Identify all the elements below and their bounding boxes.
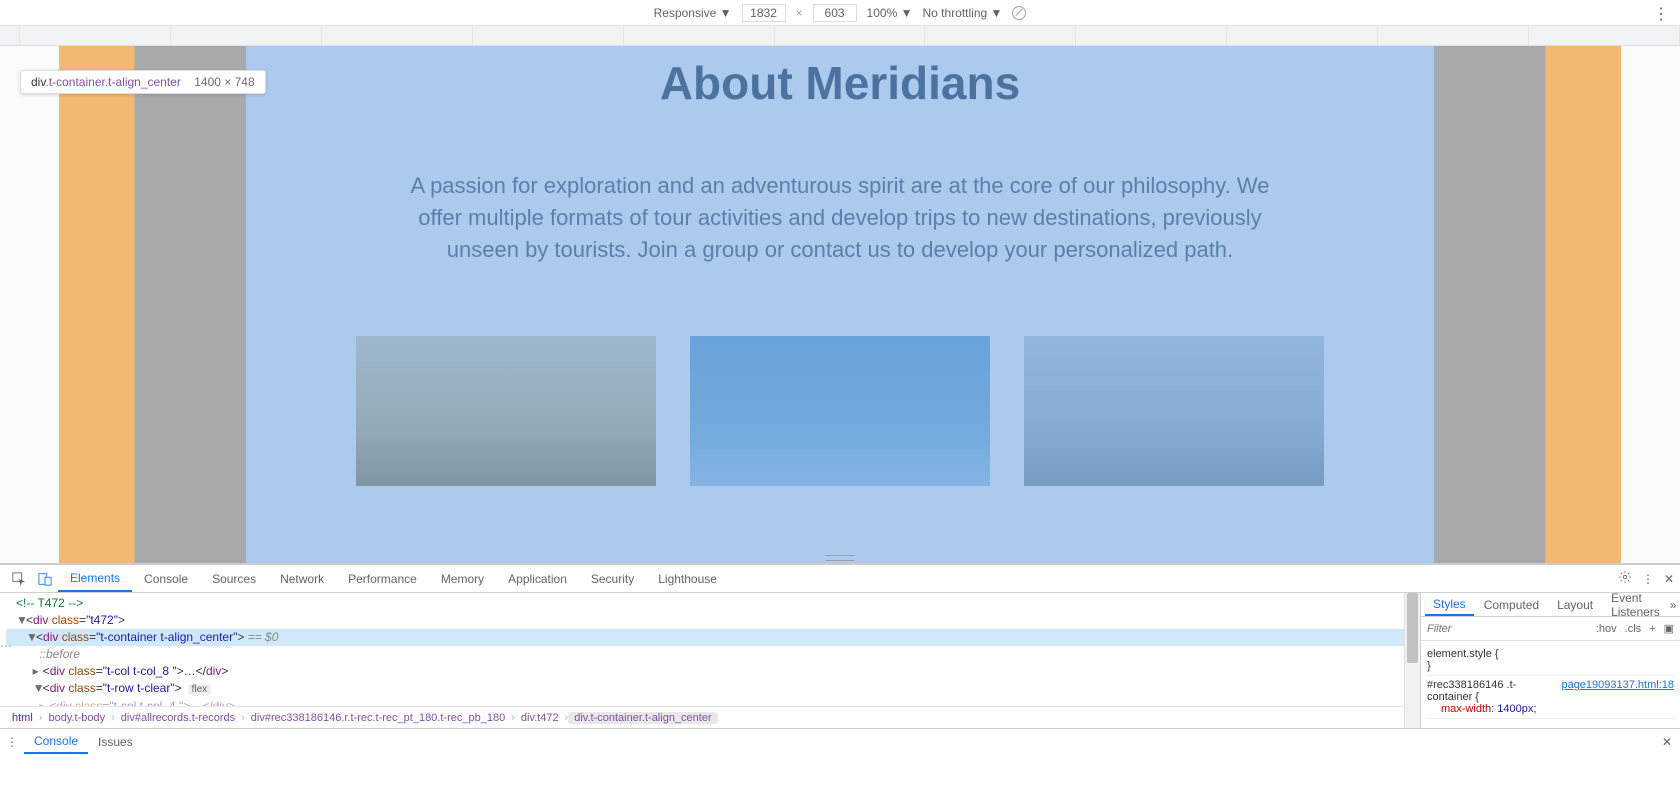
image-card bbox=[690, 336, 990, 486]
styles-more-icon[interactable]: » bbox=[1670, 598, 1677, 612]
viewport-width-input[interactable] bbox=[742, 4, 786, 22]
devtools-drawer: ⋮ Console Issues ✕ bbox=[0, 728, 1680, 754]
devtools-panel: Elements Console Sources Network Perform… bbox=[0, 564, 1680, 754]
styles-tab-layout[interactable]: Layout bbox=[1549, 593, 1601, 616]
css-prop-name[interactable]: max-width bbox=[1441, 703, 1491, 715]
inspect-element-icon[interactable] bbox=[10, 570, 28, 588]
rule-source-link[interactable]: page19093137.html:18 bbox=[1561, 679, 1674, 691]
crumb[interactable]: body.t-body bbox=[42, 712, 111, 724]
inspect-tooltip: div.t-container.t-align_center 1400 × 74… bbox=[20, 70, 266, 94]
devtools-resize-handle[interactable] bbox=[825, 555, 855, 561]
drawer-tab-issues[interactable]: Issues bbox=[88, 729, 143, 754]
rotate-icon[interactable] bbox=[1012, 6, 1026, 20]
ruler-strip bbox=[0, 26, 1680, 46]
crumb[interactable]: div.t472 bbox=[515, 712, 565, 724]
page-body: About Meridians A passion for exploratio… bbox=[59, 46, 1621, 563]
viewport-height-input[interactable] bbox=[813, 4, 857, 22]
image-card bbox=[1024, 336, 1324, 486]
dom-line[interactable]: <!-- T472 --> bbox=[6, 595, 1404, 612]
device-toolbar: Responsive ▼ × 100% ▼ No throttling ▼ ⋮ bbox=[0, 0, 1680, 26]
close-devtools-icon[interactable]: ✕ bbox=[1664, 572, 1674, 586]
tooltip-dimensions: 1400 × 748 bbox=[194, 75, 254, 89]
styles-tab-event[interactable]: Event Listeners bbox=[1603, 593, 1668, 616]
styles-filter-input[interactable] bbox=[1427, 623, 1588, 635]
device-toolbar-more-icon[interactable]: ⋮ bbox=[1653, 4, 1670, 24]
styles-pane: Styles Computed Layout Event Listeners »… bbox=[1420, 593, 1680, 728]
throttling-dropdown[interactable]: No throttling ▼ bbox=[922, 6, 1002, 20]
dom-breadcrumbs: html› body.t-body› div#allrecords.t-reco… bbox=[0, 706, 1404, 728]
tab-memory[interactable]: Memory bbox=[429, 565, 496, 592]
styles-tab-computed[interactable]: Computed bbox=[1476, 593, 1547, 616]
tab-performance[interactable]: Performance bbox=[336, 565, 429, 592]
dom-line[interactable]: ▸<div class="t-col t-col_8 ">…</div> bbox=[6, 663, 1404, 680]
css-prop-value[interactable]: 1400px; bbox=[1497, 703, 1536, 715]
gutter-more-icon[interactable]: ⋯ bbox=[0, 639, 13, 653]
crumb[interactable]: html bbox=[6, 712, 39, 724]
styles-filter-row: :hov .cls + ▣ bbox=[1421, 617, 1680, 641]
styles-tab-styles[interactable]: Styles bbox=[1425, 593, 1474, 616]
dom-tree[interactable]: <!-- T472 --> ▼<div class="t472"> ⋯ ▼<di… bbox=[0, 593, 1404, 728]
page-paragraph: A passion for exploration and an adventu… bbox=[401, 170, 1280, 266]
hov-toggle[interactable]: :hov bbox=[1596, 623, 1617, 635]
dom-line[interactable]: ::before bbox=[6, 646, 1404, 663]
page-content-block: About Meridians A passion for exploratio… bbox=[246, 46, 1433, 563]
tab-application[interactable]: Application bbox=[496, 565, 579, 592]
drawer-close-icon[interactable]: ✕ bbox=[1662, 735, 1672, 749]
image-card bbox=[356, 336, 656, 486]
tab-network[interactable]: Network bbox=[268, 565, 336, 592]
dom-line[interactable]: ▼<div class="t472"> bbox=[6, 612, 1404, 629]
tab-security[interactable]: Security bbox=[579, 565, 646, 592]
tab-lighthouse[interactable]: Lighthouse bbox=[646, 565, 729, 592]
tooltip-classes: .t-container.t-align_center bbox=[45, 75, 180, 89]
drawer-more-icon[interactable]: ⋮ bbox=[6, 735, 18, 749]
zoom-dropdown[interactable]: 100% ▼ bbox=[867, 6, 913, 20]
styles-pane-icon[interactable]: ▣ bbox=[1664, 622, 1674, 635]
tab-elements[interactable]: Elements bbox=[58, 565, 132, 592]
brace-close: } bbox=[1427, 660, 1674, 672]
dom-line-selected[interactable]: ▼<div class="t-container t-align_center"… bbox=[6, 629, 1404, 646]
drawer-tab-console[interactable]: Console bbox=[24, 729, 88, 754]
device-mode-dropdown[interactable]: Responsive ▼ bbox=[654, 6, 732, 20]
dom-line[interactable]: ▼<div class="t-row t-clear">flex bbox=[6, 680, 1404, 698]
dom-scrollbar[interactable] bbox=[1404, 593, 1420, 728]
more-icon[interactable]: ⋮ bbox=[1642, 572, 1654, 586]
styles-tab-strip: Styles Computed Layout Event Listeners » bbox=[1421, 593, 1680, 617]
dimension-x-label: × bbox=[796, 6, 803, 20]
crumb[interactable]: div#rec338186146.r.t-rec.t-rec_pt_180.t-… bbox=[245, 712, 511, 724]
devtools-tab-strip: Elements Console Sources Network Perform… bbox=[0, 565, 1680, 593]
crumb-selected[interactable]: div.t-container.t-align_center bbox=[568, 712, 717, 724]
card-row bbox=[246, 336, 1433, 486]
emulated-viewport: About Meridians A passion for exploratio… bbox=[0, 46, 1680, 564]
tab-sources[interactable]: Sources bbox=[200, 565, 268, 592]
tab-console[interactable]: Console bbox=[132, 565, 200, 592]
element-style-label: element.style { bbox=[1427, 648, 1674, 660]
tooltip-tag: div bbox=[31, 75, 45, 89]
new-style-plus-icon[interactable]: + bbox=[1649, 623, 1655, 635]
crumb[interactable]: div#allrecords.t-records bbox=[115, 712, 241, 724]
cls-toggle[interactable]: .cls bbox=[1625, 623, 1642, 635]
page-title: About Meridians bbox=[246, 56, 1433, 110]
styles-rules[interactable]: element.style { } page19093137.html:18 #… bbox=[1421, 641, 1680, 728]
devtools-body: <!-- T472 --> ▼<div class="t472"> ⋯ ▼<di… bbox=[0, 593, 1680, 728]
settings-icon[interactable] bbox=[1618, 570, 1632, 587]
toggle-device-icon[interactable] bbox=[36, 570, 54, 588]
